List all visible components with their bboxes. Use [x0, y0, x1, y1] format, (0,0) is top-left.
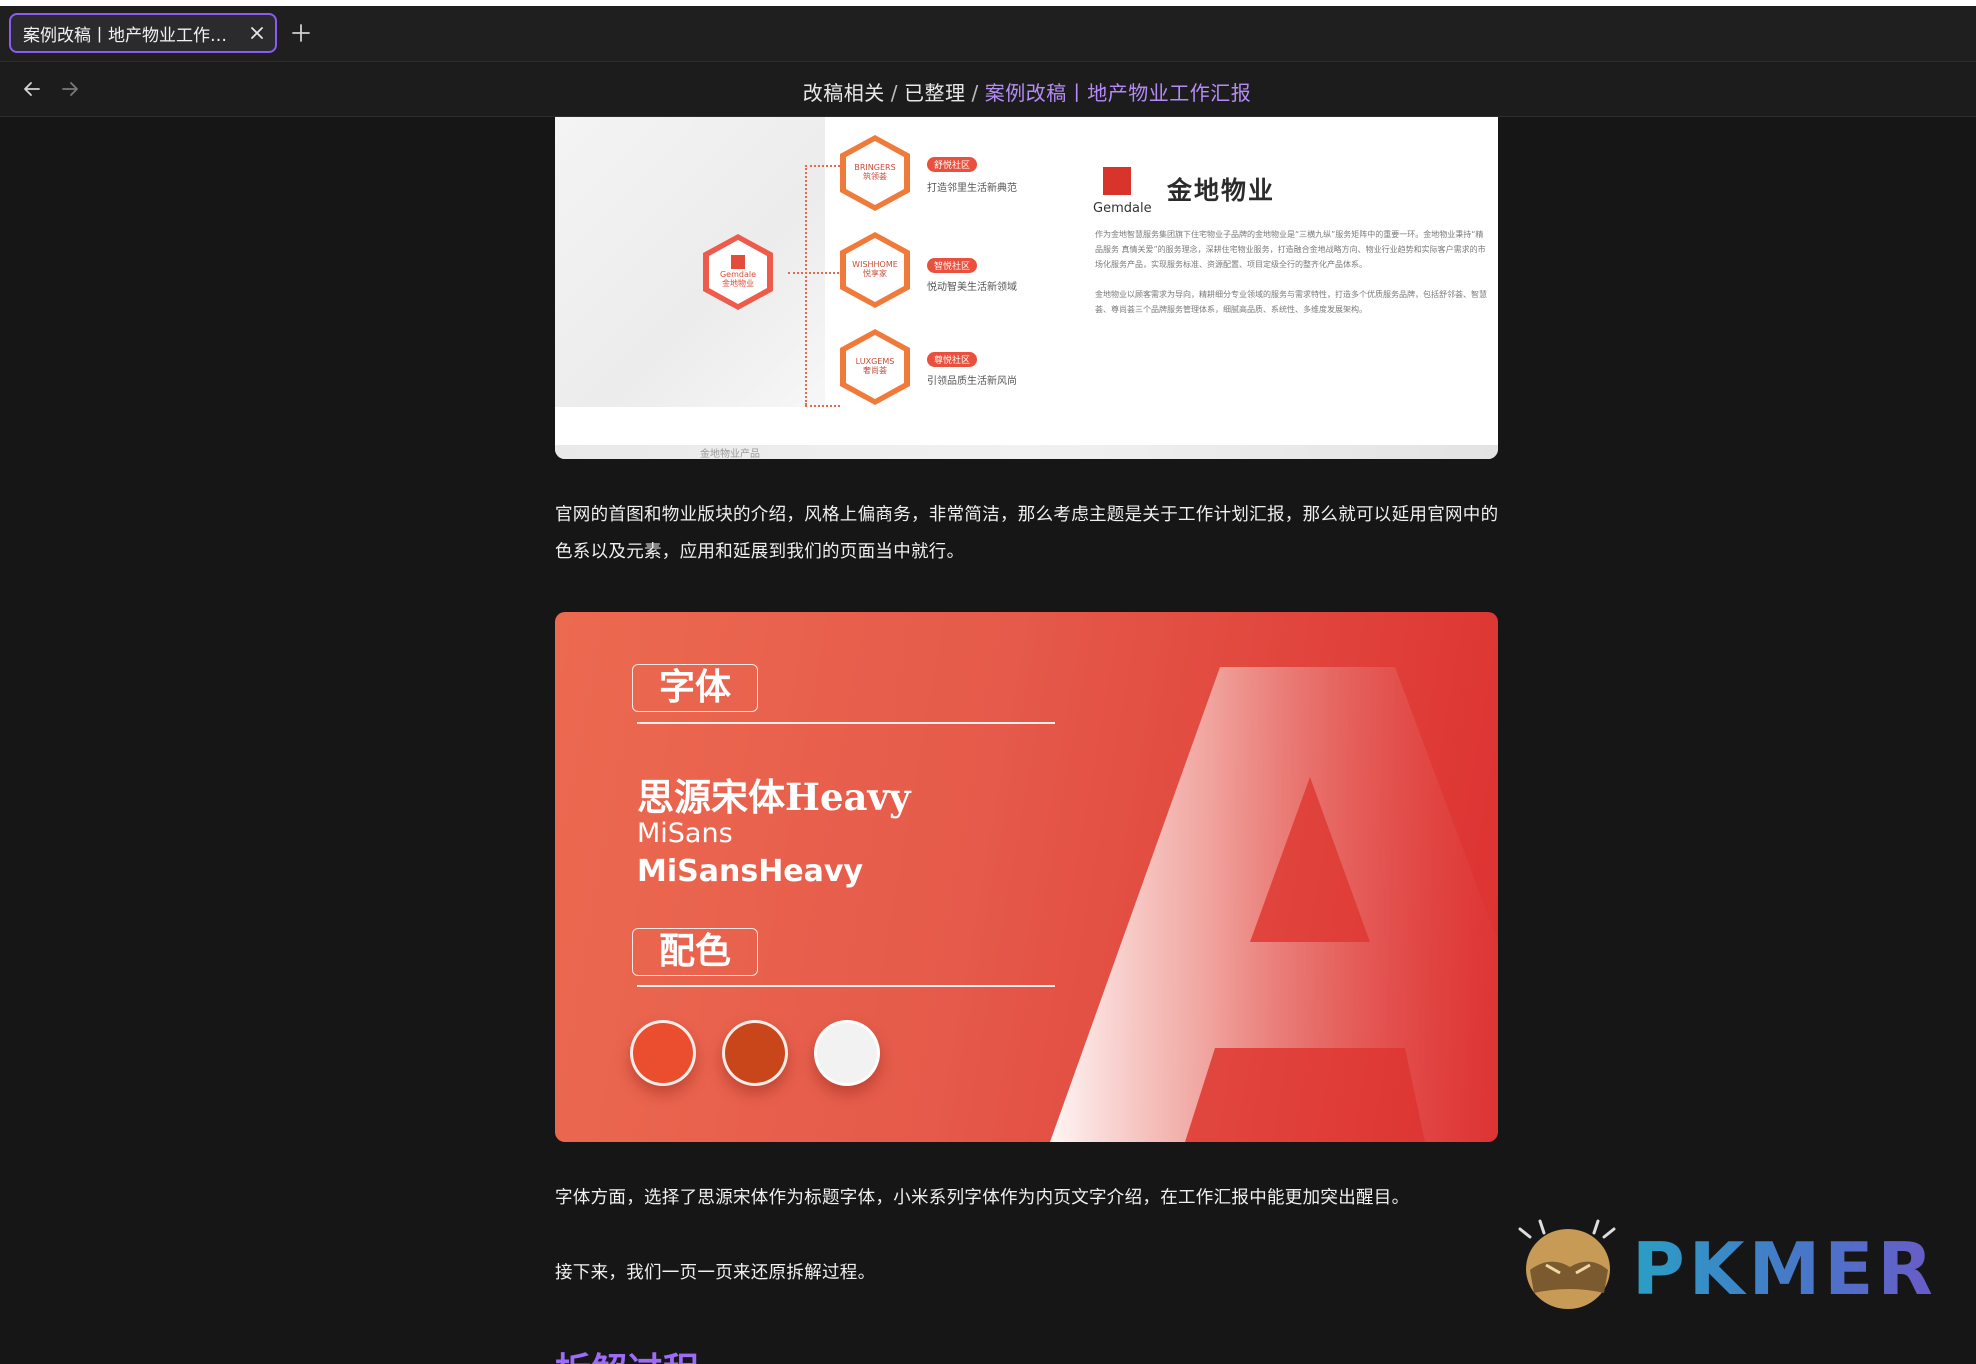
connector-line — [805, 165, 807, 405]
hex-label: 悦享家 — [863, 269, 887, 278]
breadcrumb-current: 案例改稿丨地产物业工作汇报 — [984, 81, 1252, 105]
divider — [637, 985, 1055, 987]
company-brand: Gemdale — [1093, 201, 1152, 216]
close-icon[interactable] — [247, 23, 267, 43]
pkmer-logo-icon — [1518, 1219, 1616, 1309]
breadcrumb: 改稿相关 / 已整理 / 案例改稿丨地产物业工作汇报 — [0, 77, 1976, 106]
gemdale-logo-icon — [731, 255, 745, 270]
hex-label: 金地物业 — [722, 279, 754, 288]
section-heading: 拆解过程 — [555, 1342, 699, 1364]
company-name: 金地物业 — [1167, 176, 1276, 205]
watermark-text: PKMER — [1632, 1227, 1937, 1311]
connector-line — [805, 405, 840, 407]
brand-hexagon: BRINGERS 筑领荟 — [840, 135, 910, 211]
brand-badge: 舒悦社区 — [927, 157, 978, 172]
font-name: MiSans — [637, 818, 733, 849]
brand-badge: 尊悦社区 — [927, 352, 978, 367]
image-caption: 金地物业产品 — [700, 449, 760, 459]
paragraph: 官网的首图和物业版块的介绍，风格上偏商务，非常简洁，那么考虑主题是关于工作计划汇… — [555, 505, 1499, 562]
pkmer-watermark: PKMER — [1510, 1215, 1950, 1315]
brand-badge: 智悦社区 — [927, 258, 978, 273]
breadcrumb-separator: / — [890, 81, 898, 105]
gemdale-logo-icon — [1103, 167, 1131, 195]
company-description: 作为金地智慧服务集团旗下住宅物业子品牌的金地物业是“三横九纵”服务矩阵中的重要一… — [1095, 230, 1486, 269]
tab-active[interactable]: 案例改稿丨地产物业工作汇报 — [9, 13, 277, 53]
paragraph: 字体方面，选择了思源宋体作为标题字体，小米系列字体作为内页文字介绍，在工作汇报中… — [555, 1188, 1410, 1208]
hex-label: 筑领荟 — [863, 172, 887, 181]
tab-bar: 案例改稿丨地产物业工作汇报 — [0, 6, 1976, 62]
brand-slogan: 引领品质生活新风尚 — [927, 376, 1017, 387]
font-name: MiSansHeavy — [637, 854, 864, 889]
company-description: 金地物业以顾客需求为导向，精耕细分专业领域的服务与需求特性，打造多个优质服务品牌… — [1095, 290, 1487, 314]
divider — [637, 722, 1055, 724]
nav-bar: 改稿相关 / 已整理 / 案例改稿丨地产物业工作汇报 — [0, 62, 1976, 117]
brand-hexagon: LUXGEMS 奢尚荟 — [840, 329, 910, 405]
brand-slogan: 打造邻里生活新典范 — [927, 183, 1017, 194]
font-name: 思源宋体Heavy — [637, 775, 911, 819]
connector-line — [788, 272, 843, 274]
brand-slogan: 悦动智美生活新领域 — [927, 282, 1017, 293]
map-background — [555, 117, 825, 407]
tab-title: 案例改稿丨地产物业工作汇报 — [23, 25, 241, 46]
brand-structure-image: Gemdale 金地物业 BRINGERS 筑领荟 舒悦社区 打造邻里生活新典范… — [555, 117, 1498, 459]
paragraph: 接下来，我们一页一页来还原拆解过程。 — [555, 1263, 876, 1283]
font-label: 字体 — [632, 664, 758, 712]
breadcrumb-separator: / — [971, 81, 979, 105]
hex-label: 奢尚荟 — [863, 366, 887, 375]
color-swatch — [722, 1020, 788, 1086]
color-label: 配色 — [632, 928, 758, 976]
brand-hexagon: WISHHOME 悦享家 — [840, 232, 910, 308]
connector-line — [805, 165, 840, 167]
breadcrumb-item[interactable]: 已整理 — [904, 81, 966, 105]
color-swatch — [814, 1020, 880, 1086]
plus-icon[interactable] — [290, 22, 312, 44]
image-bottom-strip — [555, 445, 1498, 459]
font-color-image: 字体 思源宋体Heavy MiSans MiSansHeavy 配色 — [555, 612, 1498, 1142]
note-content: Gemdale 金地物业 BRINGERS 筑领荟 舒悦社区 打造邻里生活新典范… — [0, 117, 1976, 1364]
breadcrumb-item[interactable]: 改稿相关 — [803, 81, 885, 105]
color-swatch — [630, 1020, 696, 1086]
